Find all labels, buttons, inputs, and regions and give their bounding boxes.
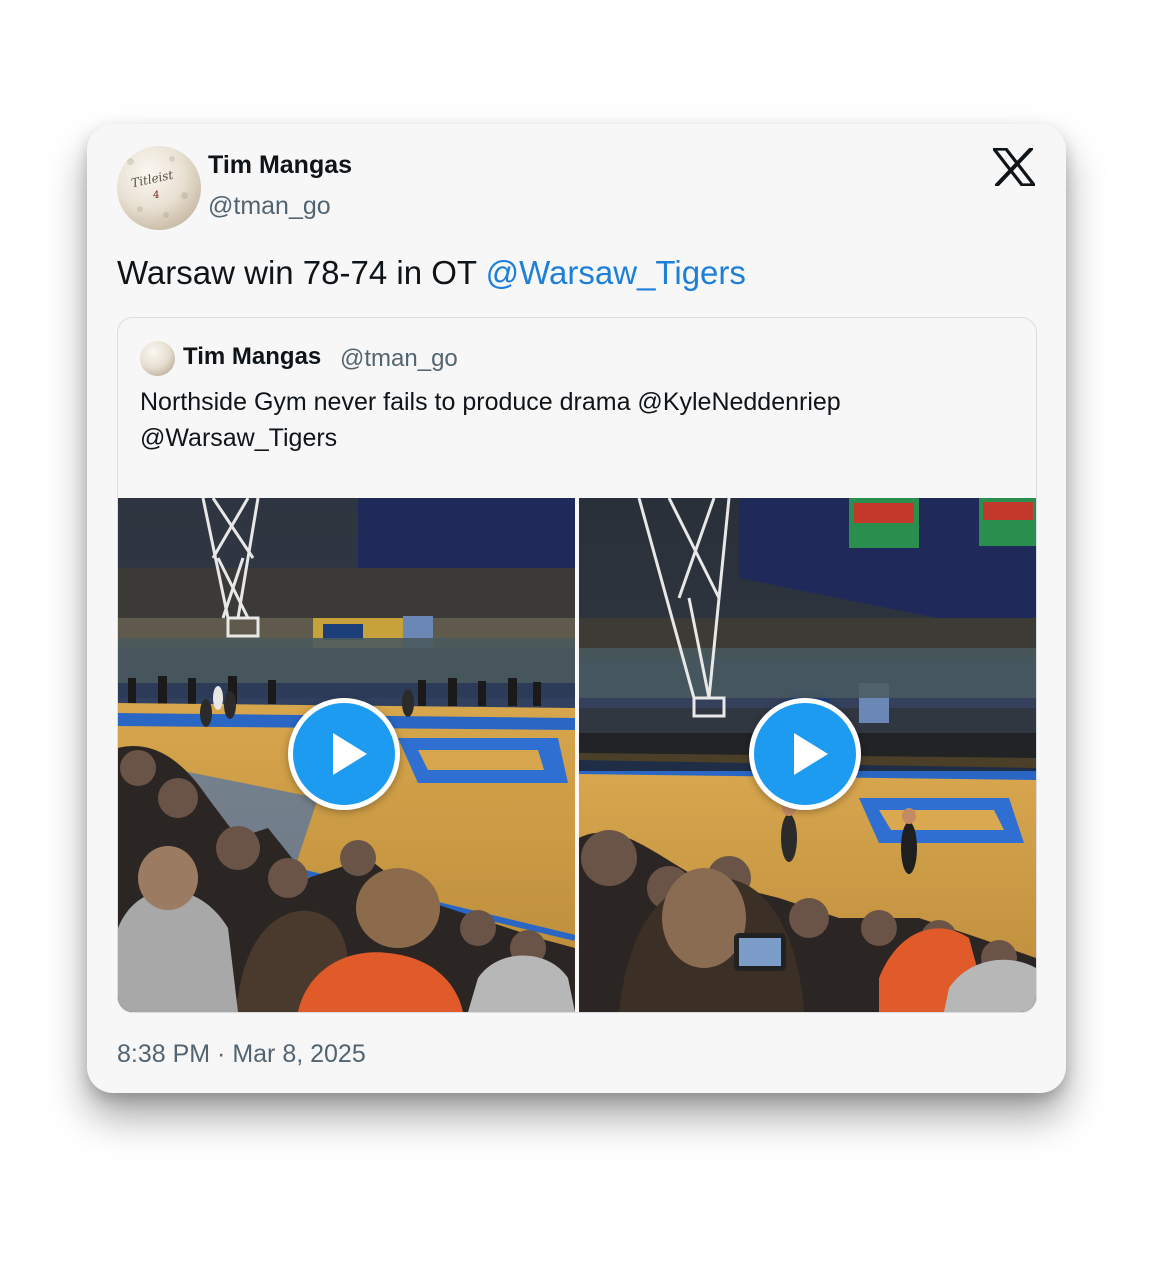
quoted-media-grid (118, 498, 1036, 1012)
play-button-1[interactable] (288, 698, 400, 810)
tweet-card: Titleist 4 Tim Mangas @tman_go Warsaw wi… (87, 124, 1066, 1093)
author-handle[interactable]: @tman_go (208, 192, 331, 221)
tweet-timestamp[interactable]: 8:38 PM · Mar 8, 2025 (117, 1040, 366, 1069)
author-name[interactable]: Tim Mangas (208, 151, 352, 180)
tweet-body: Warsaw win 78-74 in OT (117, 254, 486, 291)
tweet-text: Warsaw win 78-74 in OT @Warsaw_Tigers (117, 254, 746, 292)
play-icon (794, 733, 828, 775)
x-logo-icon[interactable] (992, 147, 1036, 187)
avatar-number-text: 4 (153, 190, 160, 201)
author-avatar[interactable]: Titleist 4 (117, 146, 201, 230)
play-button-2[interactable] (749, 698, 861, 810)
quoted-tweet[interactable]: Tim Mangas @tman_go Northside Gym never … (117, 317, 1037, 1013)
avatar-brand-text: Titleist (130, 167, 175, 191)
quoted-author-avatar[interactable] (140, 341, 175, 376)
quoted-author-handle[interactable]: @tman_go (340, 345, 458, 373)
play-icon (333, 733, 367, 775)
tweet-mention-link[interactable]: @Warsaw_Tigers (486, 254, 746, 291)
quoted-author-name[interactable]: Tim Mangas (183, 343, 321, 371)
video-thumbnail-2[interactable] (579, 498, 1036, 1012)
video-thumbnail-1[interactable] (118, 498, 575, 1012)
quoted-tweet-text: Northside Gym never fails to produce dra… (140, 388, 841, 452)
